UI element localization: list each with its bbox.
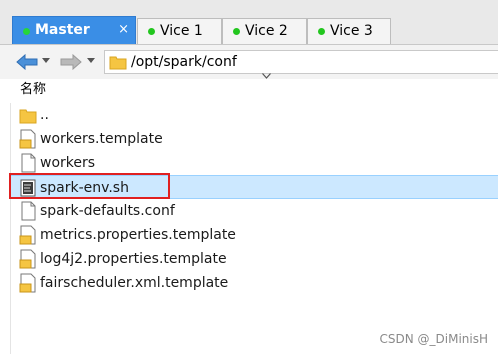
chevron-down-icon[interactable] xyxy=(262,73,271,79)
forward-arrow-icon[interactable] xyxy=(60,54,82,70)
tab-vice-2[interactable]: Vice 2 xyxy=(222,18,307,44)
list-item[interactable]: fairscheduler.xml.template xyxy=(0,271,498,295)
template-file-icon xyxy=(19,129,36,149)
folder-icon xyxy=(19,109,37,124)
close-icon[interactable]: × xyxy=(118,18,129,42)
tab-vice-3[interactable]: Vice 3 xyxy=(307,18,391,44)
highlight-annotation xyxy=(9,173,170,199)
list-item[interactable]: spark-defaults.conf xyxy=(0,199,498,223)
template-file-icon xyxy=(19,249,36,269)
file-name: log4j2.properties.template xyxy=(40,251,227,267)
address-bar: /opt/spark/conf xyxy=(0,45,498,79)
connection-status-icon xyxy=(23,28,30,35)
connection-status-icon xyxy=(148,28,155,35)
list-item[interactable]: .. xyxy=(0,103,498,127)
path-text: /opt/spark/conf xyxy=(131,54,237,70)
file-name: workers xyxy=(40,155,96,171)
file-name: fairscheduler.xml.template xyxy=(40,275,229,291)
file-name: metrics.properties.template xyxy=(40,227,236,243)
path-input[interactable]: /opt/spark/conf xyxy=(104,50,498,74)
connection-status-icon xyxy=(318,28,325,35)
list-item[interactable]: metrics.properties.template xyxy=(0,223,498,247)
back-arrow-icon[interactable] xyxy=(16,54,38,70)
folder-icon xyxy=(109,56,127,70)
back-history-dropdown-icon[interactable] xyxy=(42,58,50,63)
file-name: spark-defaults.conf xyxy=(40,203,175,219)
file-icon xyxy=(21,201,36,221)
list-item[interactable]: workers.template xyxy=(0,127,498,151)
tab-bar: Master × Vice 1 Vice 2 Vice 3 xyxy=(0,0,498,45)
file-name: workers.template xyxy=(40,131,163,147)
file-name: .. xyxy=(40,107,49,123)
tab-vice-1[interactable]: Vice 1 xyxy=(137,18,222,44)
connection-status-icon xyxy=(233,28,240,35)
file-icon xyxy=(21,153,36,173)
tab-label: Vice 3 xyxy=(330,23,373,39)
list-item[interactable]: workers xyxy=(0,151,498,175)
tab-label: Master xyxy=(35,22,90,38)
template-file-icon xyxy=(19,225,36,245)
watermark: CSDN @_DiMinisH xyxy=(379,332,488,346)
template-file-icon xyxy=(19,273,36,293)
tab-label: Vice 1 xyxy=(160,23,203,39)
list-item[interactable]: log4j2.properties.template xyxy=(0,247,498,271)
tab-label: Vice 2 xyxy=(245,23,288,39)
forward-history-dropdown-icon[interactable] xyxy=(87,58,95,63)
tab-master[interactable]: Master × xyxy=(12,16,136,44)
column-header-name[interactable]: 名称 xyxy=(20,82,46,98)
